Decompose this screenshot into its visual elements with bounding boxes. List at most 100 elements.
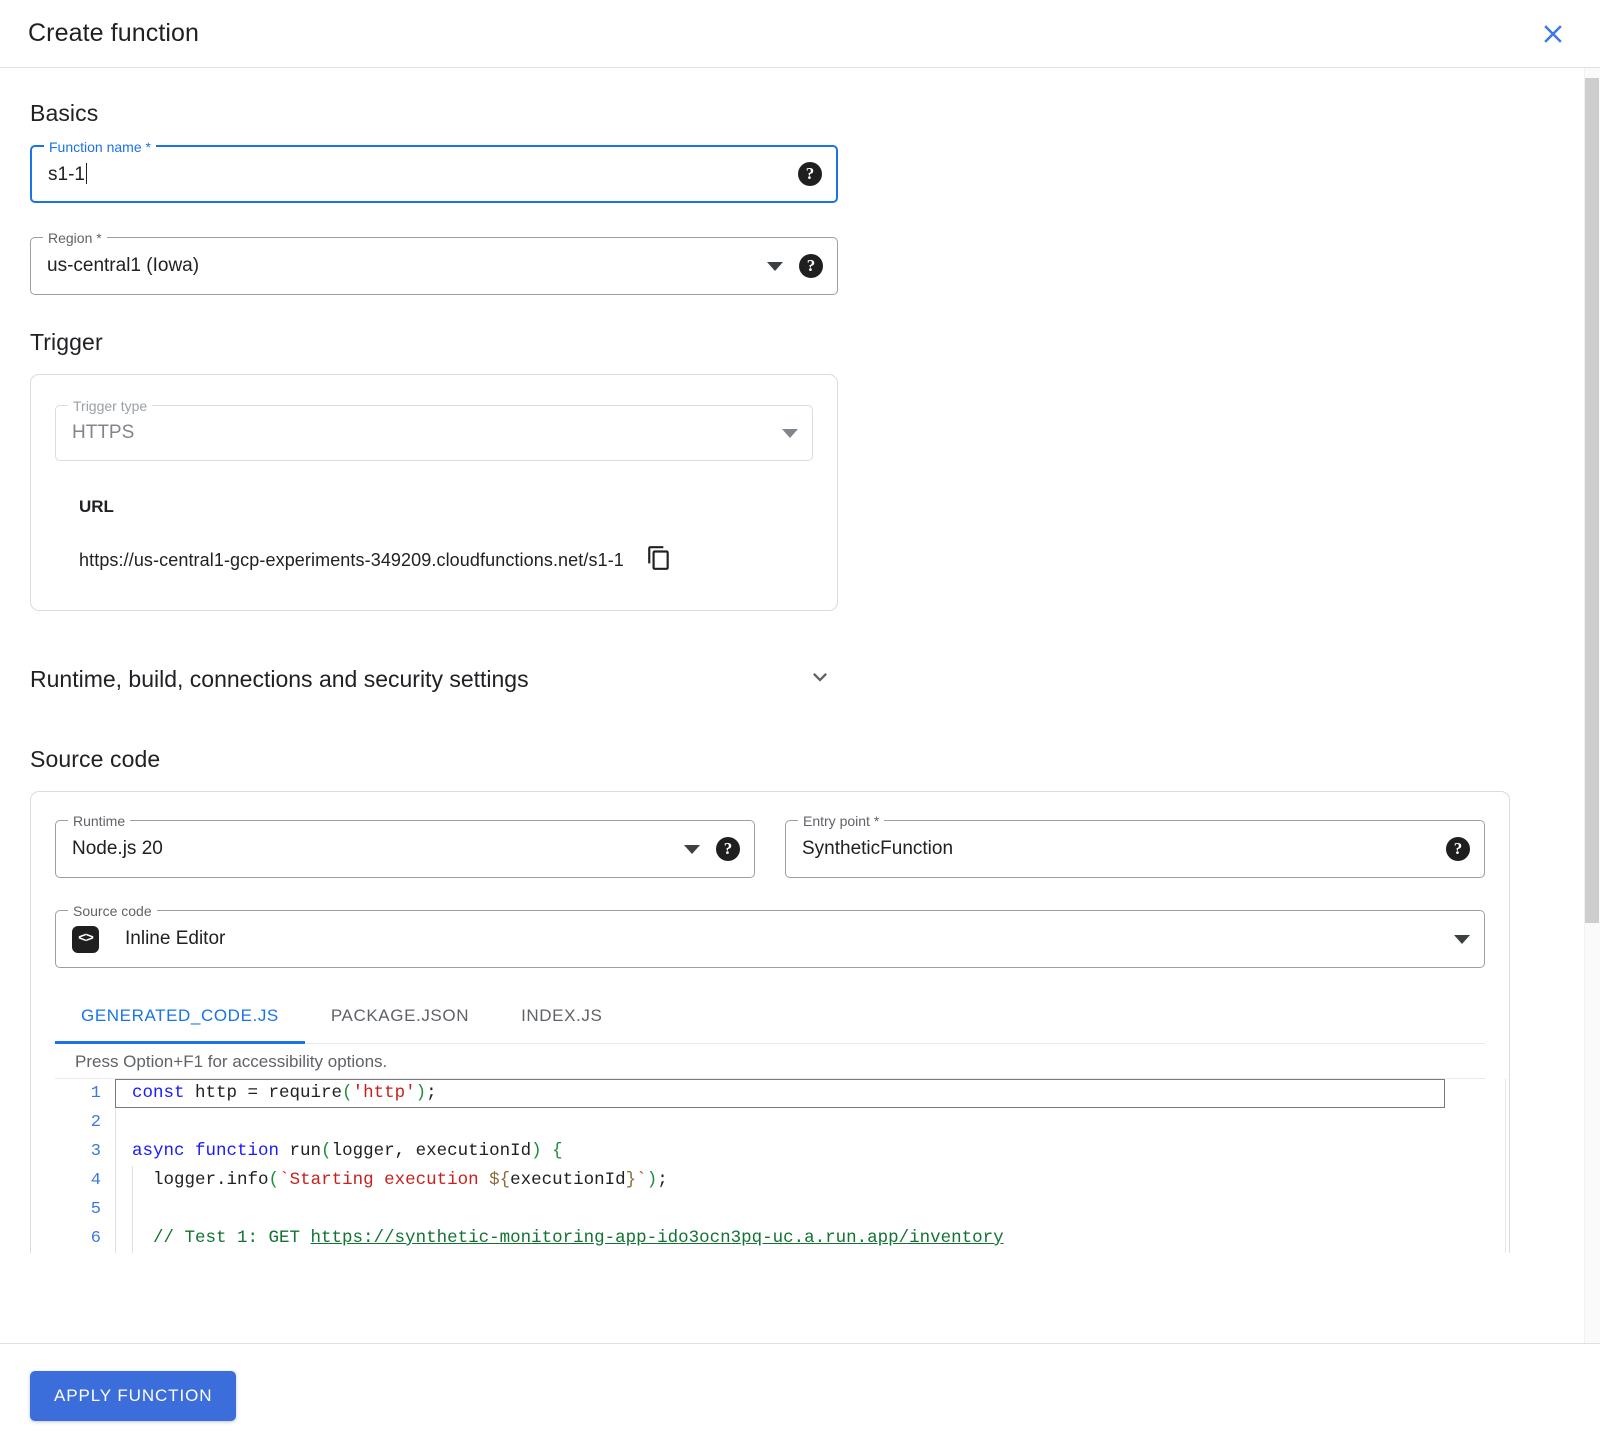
token-string: 'http': [353, 1079, 416, 1108]
indent-guide: [132, 1224, 133, 1253]
line-number: 4: [55, 1166, 115, 1195]
entry-point-label: Entry point *: [798, 812, 884, 830]
create-function-dialog: Create function Basics Function name * s…: [0, 0, 1600, 1448]
token-comment: // Test 1: GET: [153, 1224, 311, 1253]
dialog-body: Basics Function name * s1-1 ? Region * u…: [0, 68, 1600, 1343]
code-line[interactable]: 1 const http = require('http');: [55, 1079, 1485, 1108]
page-title: Create function: [28, 19, 199, 48]
code-line[interactable]: 2: [55, 1108, 1485, 1137]
chevron-down-icon[interactable]: [684, 845, 700, 854]
token-call: logger.info: [153, 1166, 269, 1195]
close-icon[interactable]: [1532, 13, 1574, 55]
basics-section-title: Basics: [30, 100, 1530, 127]
dialog-footer: APPLY FUNCTION: [0, 1343, 1600, 1448]
token-brace: {: [542, 1137, 563, 1166]
function-name-input[interactable]: Function name * s1-1 ?: [30, 145, 838, 203]
token-paren: ): [647, 1166, 658, 1195]
function-name-value: s1-1: [48, 164, 85, 185]
line-number: 5: [55, 1195, 115, 1224]
scrollbar-thumb[interactable]: [1585, 78, 1599, 923]
code-line[interactable]: 4 logger.info(`Starting execution ${exec…: [55, 1166, 1485, 1195]
function-name-label: Function name *: [44, 138, 156, 156]
trigger-section-title: Trigger: [30, 329, 1530, 356]
region-value: us-central1 (Iowa): [47, 255, 757, 277]
code-line[interactable]: 5: [55, 1195, 1485, 1224]
runtime-label: Runtime: [68, 812, 130, 830]
editor-lines[interactable]: 1 const http = require('http'); 2 3 asyn…: [55, 1078, 1485, 1253]
code-editor[interactable]: Press Option+F1 for accessibility option…: [55, 1044, 1485, 1253]
code-content[interactable]: const http = require('http');: [115, 1079, 1445, 1108]
trigger-card: Trigger type HTTPS URL https://us-centra…: [30, 374, 838, 611]
token-template-string: `: [636, 1166, 647, 1195]
code-line[interactable]: 3 async function run(logger, executionId…: [55, 1137, 1485, 1166]
code-content[interactable]: // Test 1: GET https://synthetic-monitor…: [115, 1224, 1485, 1253]
token-interp-expr: executionId: [510, 1166, 626, 1195]
chevron-down-icon[interactable]: [767, 262, 783, 271]
entry-point-input[interactable]: Entry point * SyntheticFunction ?: [785, 820, 1485, 878]
help-circle-icon[interactable]: ?: [799, 254, 823, 278]
chevron-down-icon[interactable]: [1454, 935, 1470, 944]
line-number: 2: [55, 1108, 115, 1137]
token-paren: ): [531, 1137, 542, 1166]
tab-package-json[interactable]: PACKAGE.JSON: [305, 990, 495, 1044]
dialog-header: Create function: [0, 0, 1600, 68]
copy-icon[interactable]: [646, 545, 672, 576]
url-row: https://us-central1-gcp-experiments-3492…: [79, 545, 813, 576]
token-comment-url[interactable]: https://synthetic-monitoring-app-ido3ocn…: [311, 1224, 1004, 1253]
code-content[interactable]: logger.info(`Starting execution ${execut…: [115, 1166, 1485, 1195]
token-paren: ): [416, 1079, 427, 1108]
accessibility-hint: Press Option+F1 for accessibility option…: [55, 1044, 1485, 1078]
token-template-string: `Starting execution: [279, 1166, 489, 1195]
token-paren: (: [321, 1137, 332, 1166]
apply-function-button[interactable]: APPLY FUNCTION: [30, 1371, 236, 1421]
editor-ruler: [1505, 1079, 1506, 1253]
line-number: 3: [55, 1137, 115, 1166]
region-label: Region *: [43, 229, 107, 247]
text-caret: [86, 163, 87, 184]
trigger-url-value: https://us-central1-gcp-experiments-3492…: [79, 550, 624, 571]
source-code-select-label: Source code: [68, 902, 157, 920]
tab-generated-code-js[interactable]: GENERATED_CODE.JS: [55, 990, 305, 1044]
token-text: http = require: [185, 1079, 343, 1108]
source-code-section-title: Source code: [30, 746, 1530, 773]
token-semicolon: ;: [426, 1079, 437, 1108]
code-content[interactable]: [115, 1108, 1485, 1137]
indent-guide: [132, 1195, 133, 1224]
help-circle-icon[interactable]: ?: [798, 162, 822, 186]
code-brackets-icon: <>: [72, 926, 99, 953]
runtime-select[interactable]: Runtime Node.js 20 ?: [55, 820, 755, 878]
token-interp-close: }: [626, 1166, 637, 1195]
url-label: URL: [79, 497, 813, 517]
source-code-select-value: Inline Editor: [125, 928, 1444, 950]
tab-index-js[interactable]: INDEX.JS: [495, 990, 628, 1044]
token-keyword: const: [132, 1079, 185, 1108]
trigger-type-select[interactable]: Trigger type HTTPS: [55, 405, 813, 461]
chevron-down-icon[interactable]: [806, 663, 834, 696]
source-code-card: Runtime Node.js 20 ? Entry point * Synth…: [30, 791, 1510, 1253]
token-args: logger, executionId: [332, 1137, 532, 1166]
token-semicolon: ;: [657, 1166, 668, 1195]
token-indent: [132, 1166, 153, 1195]
token-paren: (: [269, 1166, 280, 1195]
help-circle-icon[interactable]: ?: [1446, 837, 1470, 861]
line-number: 6: [55, 1224, 115, 1253]
indent-guide: [132, 1166, 133, 1195]
dialog-scrollbar[interactable]: [1584, 68, 1600, 1343]
runtime-build-settings-title: Runtime, build, connections and security…: [30, 666, 529, 693]
help-circle-icon[interactable]: ?: [716, 837, 740, 861]
entry-point-value: SyntheticFunction: [802, 838, 1430, 860]
code-content[interactable]: async function run(logger, executionId) …: [115, 1137, 1485, 1166]
region-select[interactable]: Region * us-central1 (Iowa) ?: [30, 237, 838, 295]
code-content[interactable]: [115, 1195, 1485, 1224]
token-fn-name: run: [279, 1137, 321, 1166]
line-number: 1: [55, 1079, 115, 1108]
trigger-type-label: Trigger type: [68, 397, 152, 415]
code-line[interactable]: 6 // Test 1: GET https://synthetic-monit…: [55, 1224, 1485, 1253]
runtime-build-settings-toggle[interactable]: Runtime, build, connections and security…: [30, 663, 838, 696]
source-code-select[interactable]: Source code <> Inline Editor: [55, 910, 1485, 968]
token-keyword: async function: [132, 1137, 279, 1166]
trigger-type-value: HTTPS: [72, 422, 772, 444]
source-file-tabs: GENERATED_CODE.JS PACKAGE.JSON INDEX.JS: [55, 990, 1485, 1044]
token-paren: (: [342, 1079, 353, 1108]
chevron-down-icon[interactable]: [782, 429, 798, 438]
